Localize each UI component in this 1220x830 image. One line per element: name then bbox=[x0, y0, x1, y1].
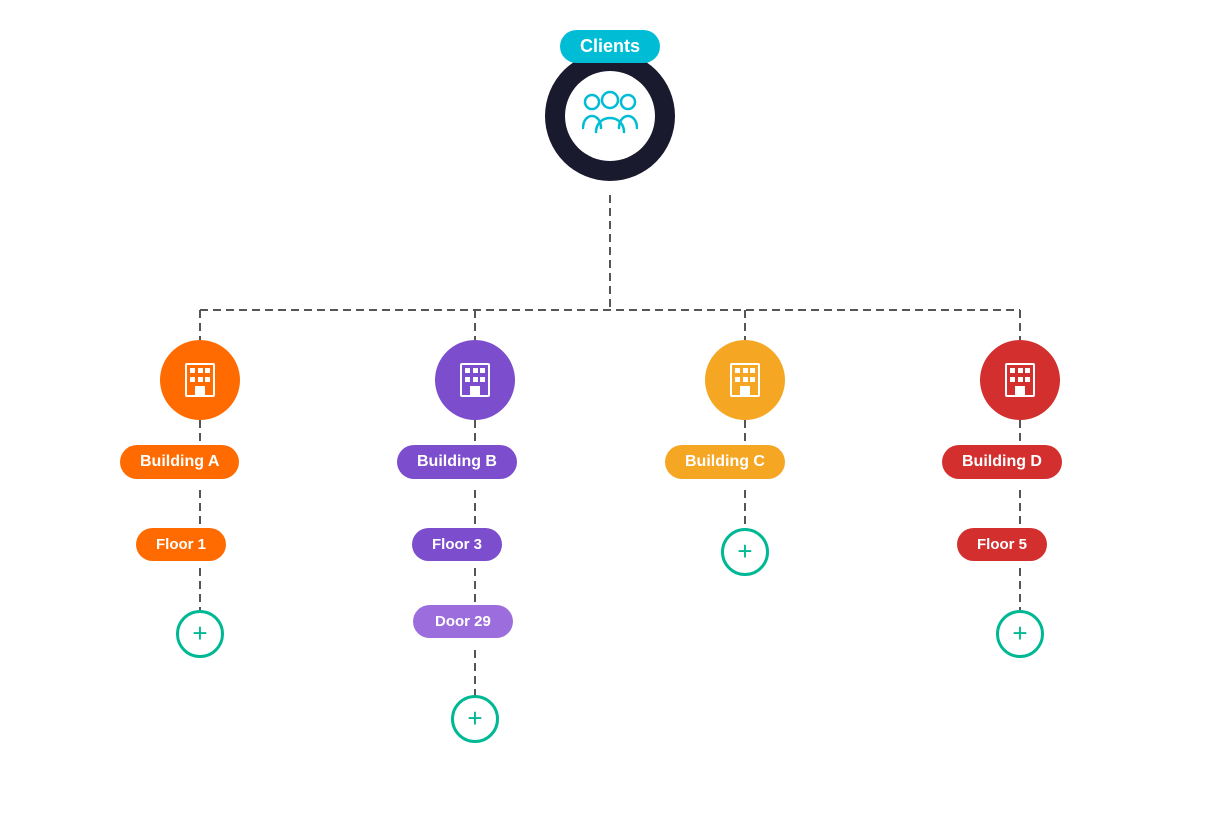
root-label: Clients bbox=[560, 30, 660, 63]
root-node: Clients bbox=[545, 30, 675, 181]
building-c-circle bbox=[705, 340, 785, 420]
door-29-label[interactable]: Door 29 bbox=[413, 605, 513, 638]
building-d-icon bbox=[998, 358, 1042, 402]
building-d-node bbox=[980, 340, 1060, 428]
floor-1-node[interactable]: Floor 1 bbox=[136, 528, 226, 561]
add-button-a[interactable]: + bbox=[176, 610, 224, 658]
root-circle-inner bbox=[565, 71, 655, 161]
building-a-node bbox=[160, 340, 240, 428]
add-button-d[interactable]: + bbox=[996, 610, 1044, 658]
floor-1-label[interactable]: Floor 1 bbox=[136, 528, 226, 561]
building-a-circle bbox=[160, 340, 240, 420]
plus-icon-c: + bbox=[737, 538, 752, 564]
plus-icon-b: + bbox=[467, 705, 482, 731]
building-d-circle bbox=[980, 340, 1060, 420]
building-a-icon bbox=[178, 358, 222, 402]
plus-icon-a: + bbox=[192, 620, 207, 646]
building-c-icon bbox=[723, 358, 767, 402]
add-button-c[interactable]: + bbox=[721, 528, 769, 576]
building-b-node bbox=[435, 340, 515, 428]
building-a-label-node[interactable]: Building A bbox=[120, 445, 239, 479]
diagram-container: Clients bbox=[0, 0, 1220, 830]
add-button-b[interactable]: + bbox=[451, 695, 499, 743]
building-b-circle bbox=[435, 340, 515, 420]
building-b-label-node[interactable]: Building B bbox=[397, 445, 517, 479]
building-b-label[interactable]: Building B bbox=[397, 445, 517, 479]
building-c-node bbox=[705, 340, 785, 428]
building-c-label[interactable]: Building C bbox=[665, 445, 785, 479]
clients-icon bbox=[582, 90, 638, 143]
building-d-label[interactable]: Building D bbox=[942, 445, 1062, 479]
root-circle bbox=[545, 51, 675, 181]
floor-5-node[interactable]: Floor 5 bbox=[957, 528, 1047, 561]
floor-5-label[interactable]: Floor 5 bbox=[957, 528, 1047, 561]
building-b-icon bbox=[453, 358, 497, 402]
building-a-label[interactable]: Building A bbox=[120, 445, 239, 479]
door-29-node[interactable]: Door 29 bbox=[413, 605, 513, 638]
floor-3-label[interactable]: Floor 3 bbox=[412, 528, 502, 561]
building-c-label-node[interactable]: Building C bbox=[665, 445, 785, 479]
plus-icon-d: + bbox=[1012, 620, 1027, 646]
floor-3-node[interactable]: Floor 3 bbox=[412, 528, 502, 561]
building-d-label-node[interactable]: Building D bbox=[942, 445, 1062, 479]
